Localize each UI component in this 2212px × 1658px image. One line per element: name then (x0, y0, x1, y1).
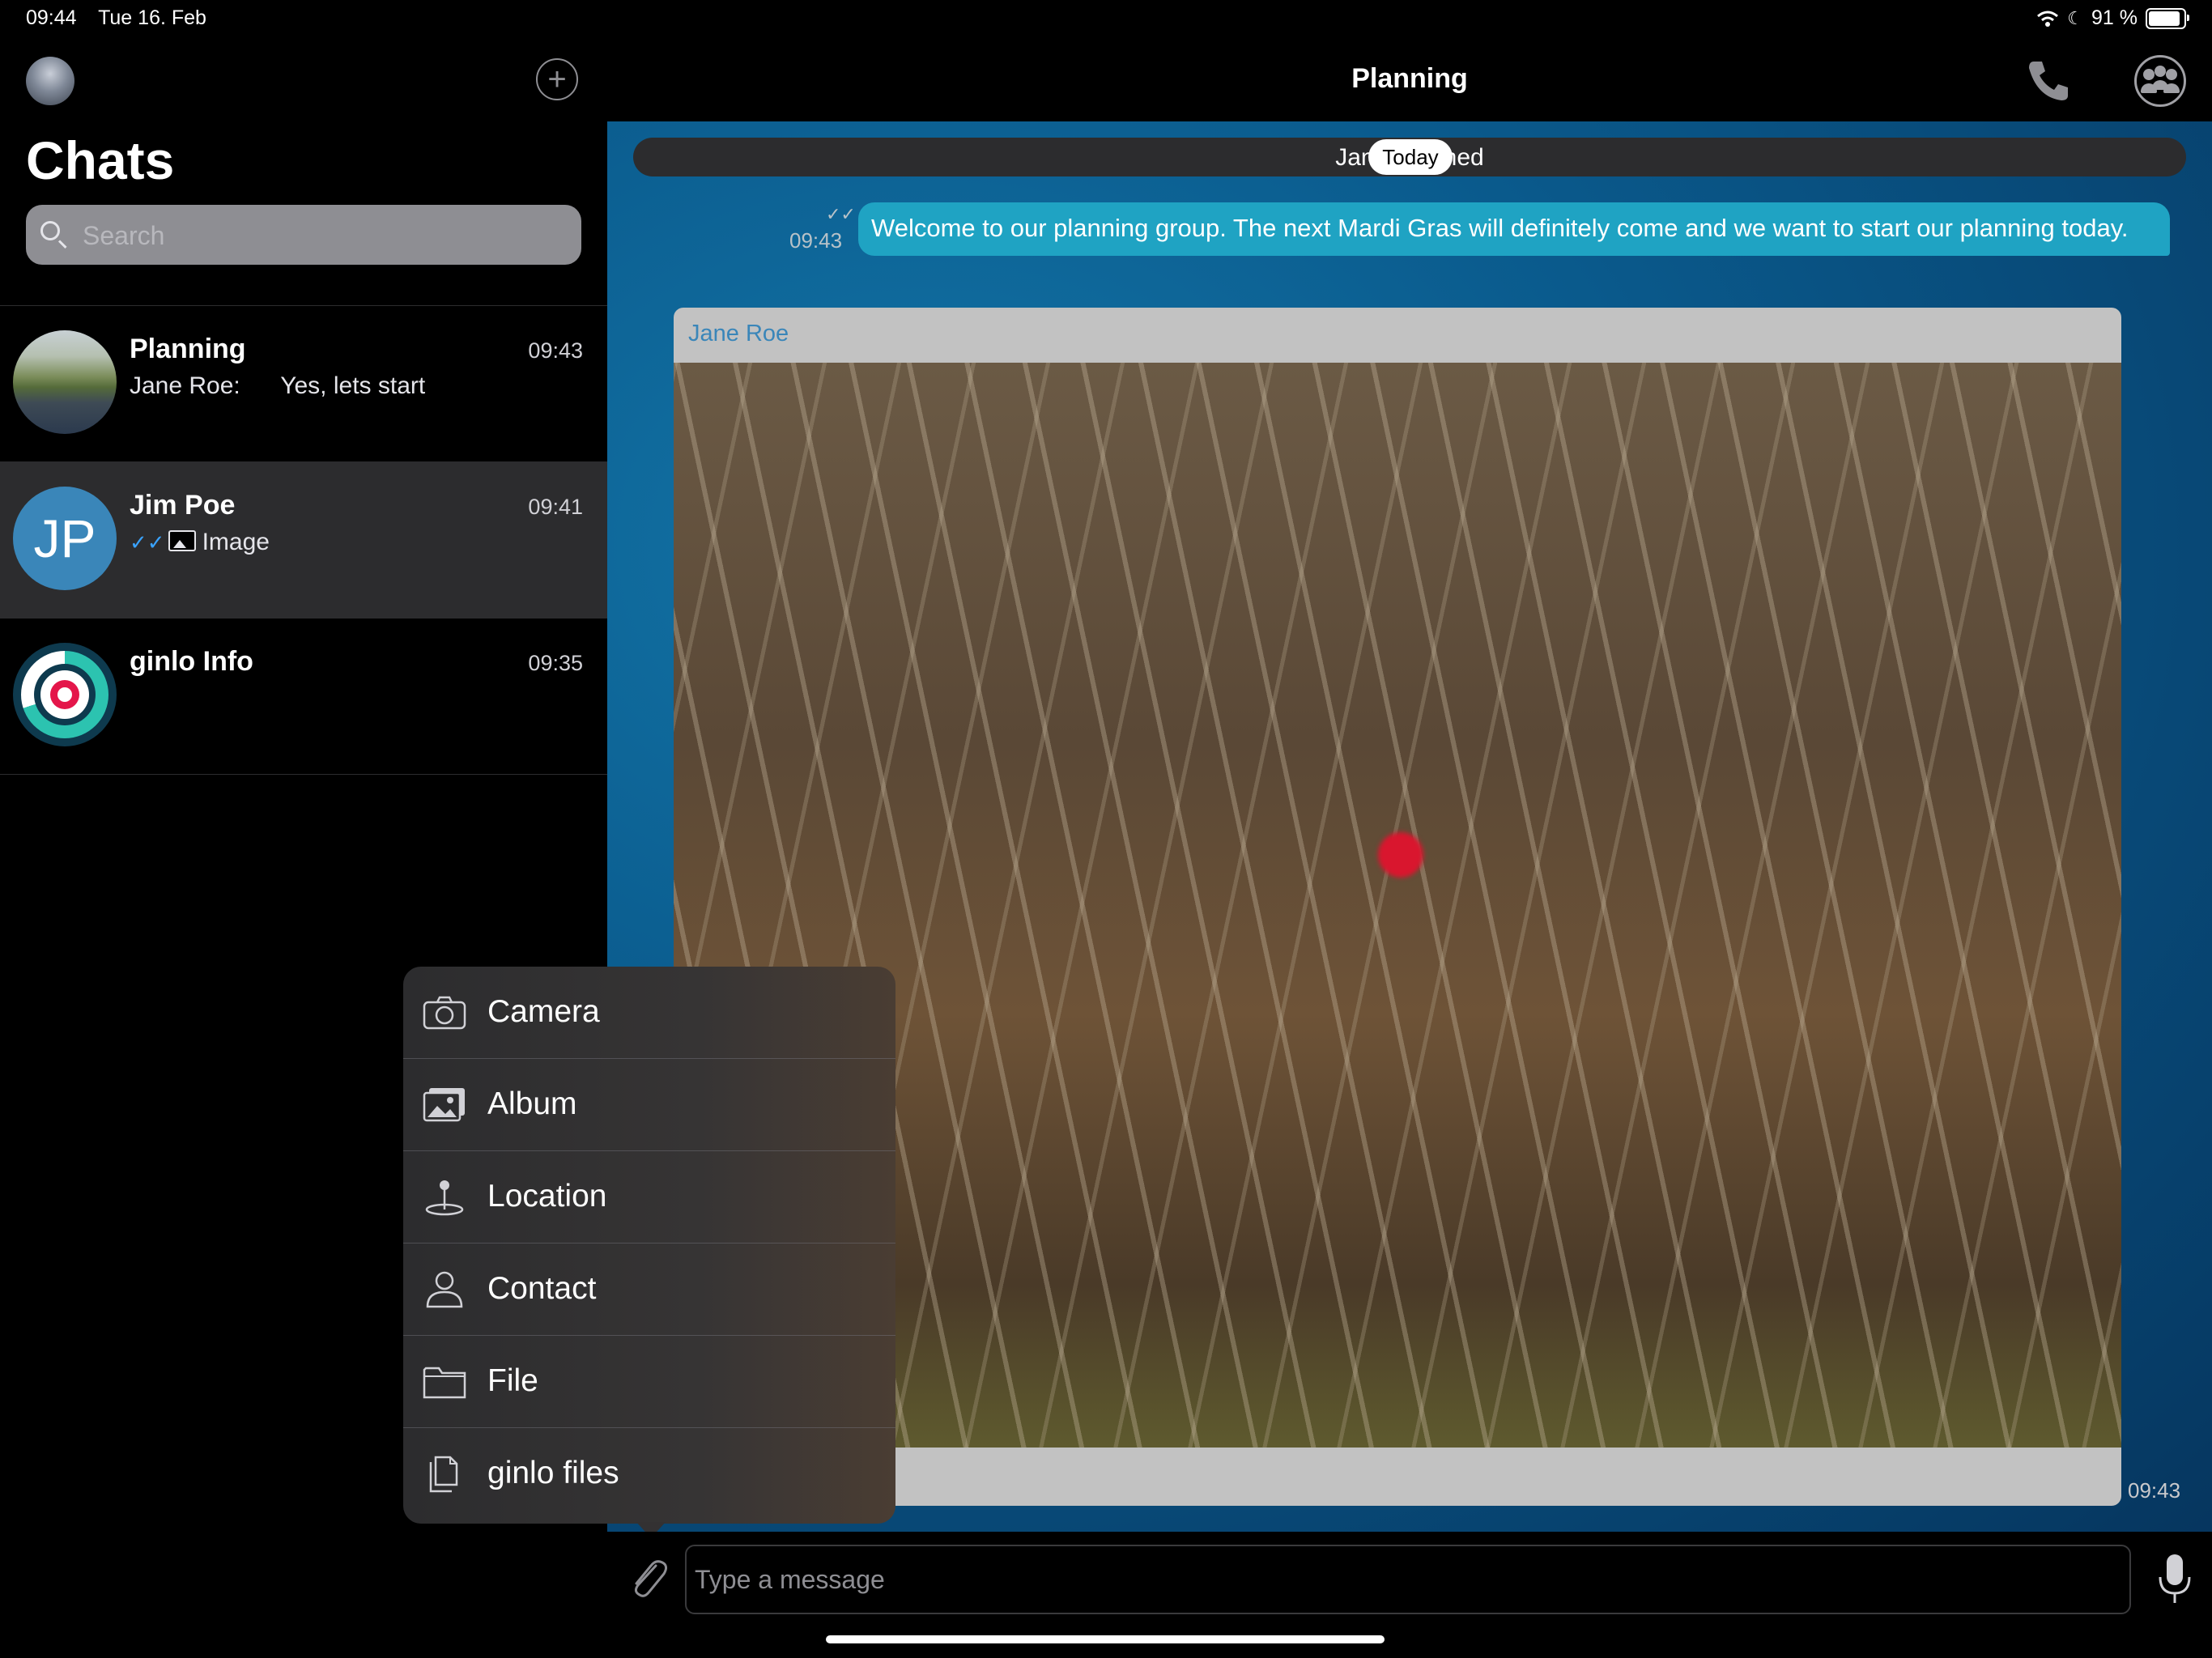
image-icon (168, 530, 196, 551)
group-info-icon[interactable] (2134, 55, 2186, 107)
menu-item-label: Camera (487, 994, 600, 1029)
chat-time: 09:43 (528, 338, 583, 363)
new-chat-button[interactable]: + (536, 58, 578, 100)
menu-item-camera[interactable]: Camera (403, 967, 895, 1059)
chat-row-planning[interactable]: Planning 09:43 Jane Roe: Yes, lets start (0, 306, 607, 461)
menu-item-label: ginlo files (487, 1456, 619, 1490)
phone-icon[interactable] (2023, 55, 2074, 107)
outgoing-message-bubble[interactable]: Welcome to our planning group. The next … (858, 202, 2170, 256)
chat-name: ginlo Info (130, 646, 253, 677)
menu-item-label: Contact (487, 1271, 597, 1306)
contact-icon (426, 1271, 463, 1308)
camera-icon (423, 996, 466, 1030)
menu-item-location[interactable]: Location (403, 1151, 895, 1244)
status-time: 09:44 (26, 6, 77, 29)
date-badge: Today (1368, 139, 1453, 175)
menu-item-ginlo-files[interactable]: ginlo files (403, 1428, 895, 1520)
preview-text: Yes, lets start (280, 372, 426, 399)
read-ticks-icon: ✓✓ (826, 204, 856, 224)
chat-row-ginlo-info[interactable]: ginlo Info 09:35 (0, 619, 607, 774)
chat-row-jim-poe[interactable]: JP Jim Poe 09:41 ✓✓ Image (0, 462, 607, 618)
message-time: 09:43 (2128, 1478, 2181, 1503)
read-ticks-icon: ✓✓ (130, 530, 165, 555)
chat-preview: Jane Roe: Yes, lets start (130, 372, 425, 400)
chat-time: 09:41 (528, 495, 583, 519)
message-input[interactable] (685, 1545, 2131, 1614)
message-text: Welcome to our planning group. The next … (871, 214, 2129, 242)
red-flower (1378, 832, 1423, 878)
chats-title: Chats (26, 130, 175, 190)
status-right: ☾ 91 % (2036, 6, 2189, 30)
group-avatar (13, 330, 117, 434)
menu-item-file[interactable]: File (403, 1336, 895, 1428)
menu-item-contact[interactable]: Contact (403, 1244, 895, 1336)
status-left: 09:44 Tue 16. Feb (26, 6, 223, 30)
battery-icon (2146, 7, 2189, 29)
chat-preview: ✓✓ Image (130, 529, 270, 556)
menu-item-label: File (487, 1363, 538, 1398)
folder-icon (423, 1367, 466, 1399)
search-icon (40, 221, 60, 240)
message-sender: Jane Roe (688, 321, 789, 346)
preview-sender: Jane Roe: (130, 372, 240, 399)
menu-item-album[interactable]: Album (403, 1059, 895, 1151)
menu-item-label: Location (487, 1179, 607, 1214)
search-placeholder: Search (83, 221, 165, 250)
preview-text: Image (202, 529, 270, 555)
battery-percent: 91 % (2091, 6, 2138, 29)
moon-icon: ☾ (2067, 7, 2084, 28)
microphone-icon[interactable] (2157, 1553, 2193, 1606)
chat-name: Planning (130, 334, 246, 364)
ginlo-logo-icon (13, 643, 117, 746)
avatar: JP (13, 487, 117, 590)
wifi-icon (2037, 11, 2059, 27)
location-icon (425, 1180, 464, 1216)
menu-item-label: Album (487, 1086, 577, 1121)
album-icon (423, 1088, 465, 1122)
attach-paperclip-icon[interactable] (623, 1554, 672, 1603)
divider (0, 774, 607, 775)
files-icon (429, 1456, 458, 1493)
message-time: 09:43 (789, 228, 843, 253)
attachment-menu: Camera Album Location Contact File ginlo… (403, 967, 895, 1524)
home-indicator[interactable] (826, 1635, 1385, 1643)
profile-avatar[interactable] (26, 57, 74, 105)
status-bar: 09:44 Tue 16. Feb ☾ 91 % (0, 0, 2212, 40)
chat-time: 09:35 (528, 651, 583, 675)
conversation-title[interactable]: Planning (607, 63, 2212, 95)
search-bar[interactable]: Search (26, 205, 581, 265)
chat-name: Jim Poe (130, 490, 236, 521)
status-date: Tue 16. Feb (98, 6, 206, 29)
conversation-header: Planning (607, 40, 2212, 121)
